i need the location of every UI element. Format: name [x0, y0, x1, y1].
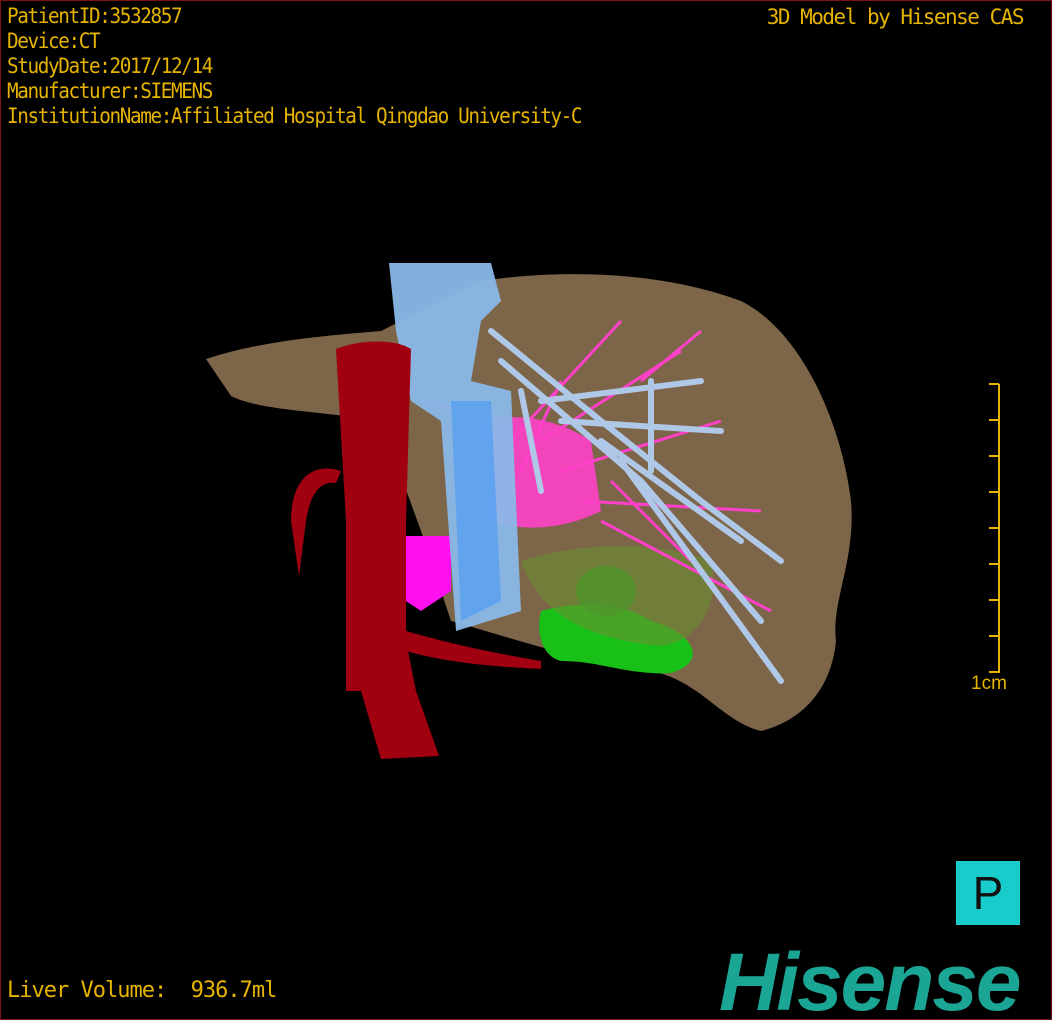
scale-bar-label: 1cm: [971, 673, 1007, 694]
scale-bar: [989, 383, 1000, 673]
hisense-logo: Hisense: [719, 937, 1022, 1020]
liver-volume: Liver Volume: 936.7ml: [7, 978, 277, 1003]
orientation-indicator[interactable]: P: [956, 861, 1020, 925]
3d-viewport[interactable]: PatientID:3532857 Device:CT StudyDate:20…: [0, 0, 1052, 1020]
